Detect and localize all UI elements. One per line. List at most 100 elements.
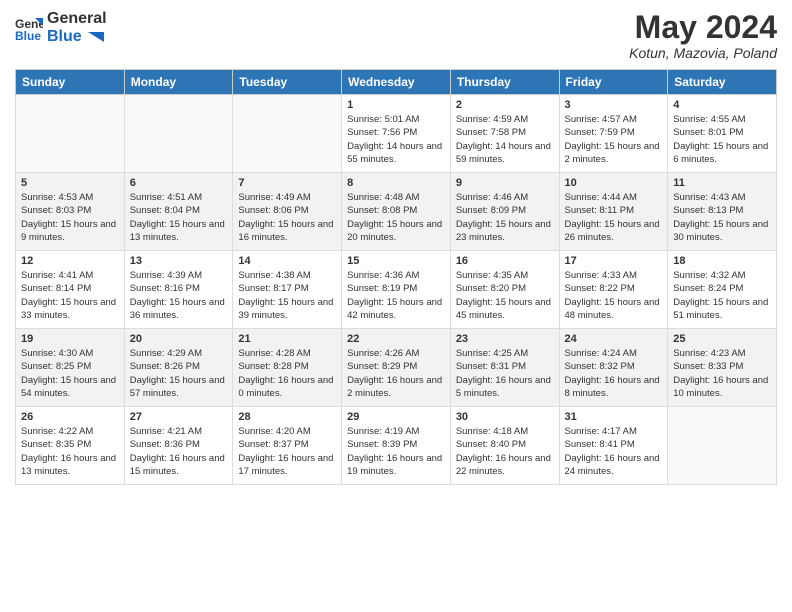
day-info: Sunrise: 4:29 AMSunset: 8:26 PMDaylight:… <box>130 347 228 400</box>
day-number: 2 <box>456 99 554 111</box>
col-wednesday: Wednesday <box>342 70 451 95</box>
calendar-day-cell: 24Sunrise: 4:24 AMSunset: 8:32 PMDayligh… <box>559 329 668 407</box>
calendar-day-cell <box>668 407 777 485</box>
day-info: Sunrise: 4:38 AMSunset: 8:17 PMDaylight:… <box>238 269 336 322</box>
calendar-day-cell: 22 Sunrise: 4:26 AMSunset: 8:29 PMDayligh… <box>342 329 451 407</box>
calendar-day-cell: 5 Sunrise: 4:53 AMSunset: 8:03 PMDaylight… <box>16 173 125 251</box>
calendar-day-cell: 7 Sunrise: 4:49 AMSunset: 8:06 PMDaylight… <box>233 173 342 251</box>
day-info: Sunrise: 4:21 AMSunset: 8:36 PMDaylight:… <box>130 425 228 478</box>
calendar-day-cell: 28Sunrise: 4:20 AMSunset: 8:37 PMDayligh… <box>233 407 342 485</box>
day-info: Sunrise: 4:20 AMSunset: 8:37 PMDaylight:… <box>238 425 336 478</box>
calendar-day-cell: 13 Sunrise: 4:39 AMSunset: 8:16 PMDayligh… <box>124 251 233 329</box>
col-sunday: Sunday <box>16 70 125 95</box>
day-number: 12 <box>21 255 119 267</box>
calendar-header-row: Sunday Monday Tuesday Wednesday Thursday… <box>16 70 777 95</box>
day-number: 27 <box>130 411 228 423</box>
day-number: 22 <box>347 333 445 345</box>
day-info: Sunrise: 4:23 AMSunset: 8:33 PMDaylight:… <box>673 347 771 400</box>
calendar-day-cell: 29Sunrise: 4:19 AMSunset: 8:39 PMDayligh… <box>342 407 451 485</box>
day-info: Sunrise: 4:46 AMSunset: 8:09 PMDaylight:… <box>456 191 554 244</box>
calendar-day-cell: 16 Sunrise: 4:35 AMSunset: 8:20 PMDayligh… <box>450 251 559 329</box>
header: General Blue General Blue May 2024 Kotun… <box>15 10 777 61</box>
day-info: Sunrise: 4:32 AMSunset: 8:24 PMDaylight:… <box>673 269 771 322</box>
calendar-week-row: 26 Sunrise: 4:22 AMSunset: 8:35 PMDayligh… <box>16 407 777 485</box>
calendar-day-cell: 6 Sunrise: 4:51 AMSunset: 8:04 PMDaylight… <box>124 173 233 251</box>
col-friday: Friday <box>559 70 668 95</box>
day-number: 20 <box>130 333 228 345</box>
calendar-page: General Blue General Blue May 2024 Kotun… <box>0 0 792 612</box>
calendar-day-cell <box>16 95 125 173</box>
calendar-day-cell: 25 Sunrise: 4:23 AMSunset: 8:33 PMDayligh… <box>668 329 777 407</box>
day-info: Sunrise: 4:55 AMSunset: 8:01 PMDaylight:… <box>673 113 771 166</box>
day-info: Sunrise: 4:19 AMSunset: 8:39 PMDaylight:… <box>347 425 445 478</box>
day-info: Sunrise: 4:26 AMSunset: 8:29 PMDaylight:… <box>347 347 445 400</box>
day-number: 4 <box>673 99 771 111</box>
calendar-day-cell: 12 Sunrise: 4:41 AMSunset: 8:14 PMDayligh… <box>16 251 125 329</box>
calendar-week-row: 12 Sunrise: 4:41 AMSunset: 8:14 PMDayligh… <box>16 251 777 329</box>
calendar-day-cell: 2 Sunrise: 4:59 AMSunset: 7:58 PMDaylight… <box>450 95 559 173</box>
calendar-day-cell: 8Sunrise: 4:48 AMSunset: 8:08 PMDaylight… <box>342 173 451 251</box>
calendar-day-cell: 18 Sunrise: 4:32 AMSunset: 8:24 PMDayligh… <box>668 251 777 329</box>
col-thursday: Thursday <box>450 70 559 95</box>
day-info: Sunrise: 4:22 AMSunset: 8:35 PMDaylight:… <box>21 425 119 478</box>
subtitle: Kotun, Mazovia, Poland <box>629 45 777 61</box>
day-info: Sunrise: 4:59 AMSunset: 7:58 PMDaylight:… <box>456 113 554 166</box>
calendar-day-cell: 4 Sunrise: 4:55 AMSunset: 8:01 PMDaylight… <box>668 95 777 173</box>
calendar-day-cell: 9 Sunrise: 4:46 AMSunset: 8:09 PMDaylight… <box>450 173 559 251</box>
day-info: Sunrise: 4:33 AMSunset: 8:22 PMDaylight:… <box>565 269 663 322</box>
calendar-day-cell <box>124 95 233 173</box>
calendar-day-cell: 26 Sunrise: 4:22 AMSunset: 8:35 PMDayligh… <box>16 407 125 485</box>
day-number: 7 <box>238 177 336 189</box>
day-number: 13 <box>130 255 228 267</box>
day-info: Sunrise: 5:01 AMSunset: 7:56 PMDaylight:… <box>347 113 445 166</box>
day-number: 16 <box>456 255 554 267</box>
logo: General Blue General Blue <box>15 10 107 46</box>
title-block: May 2024 Kotun, Mazovia, Poland <box>629 10 777 61</box>
day-info: Sunrise: 4:49 AMSunset: 8:06 PMDaylight:… <box>238 191 336 244</box>
day-number: 21 <box>238 333 336 345</box>
day-number: 26 <box>21 411 119 423</box>
calendar-day-cell: 11Sunrise: 4:43 AMSunset: 8:13 PMDayligh… <box>668 173 777 251</box>
day-number: 14 <box>238 255 336 267</box>
day-info: Sunrise: 4:53 AMSunset: 8:03 PMDaylight:… <box>21 191 119 244</box>
calendar-day-cell: 23Sunrise: 4:25 AMSunset: 8:31 PMDayligh… <box>450 329 559 407</box>
day-number: 10 <box>565 177 663 189</box>
day-number: 5 <box>21 177 119 189</box>
day-info: Sunrise: 4:41 AMSunset: 8:14 PMDaylight:… <box>21 269 119 322</box>
calendar-week-row: 1 Sunrise: 5:01 AMSunset: 7:56 PMDaylight… <box>16 95 777 173</box>
day-number: 9 <box>456 177 554 189</box>
calendar-day-cell: 3 Sunrise: 4:57 AMSunset: 7:59 PMDaylight… <box>559 95 668 173</box>
main-title: May 2024 <box>629 10 777 45</box>
day-number: 25 <box>673 333 771 345</box>
day-number: 1 <box>347 99 445 111</box>
day-info: Sunrise: 4:39 AMSunset: 8:16 PMDaylight:… <box>130 269 228 322</box>
day-info: Sunrise: 4:43 AMSunset: 8:13 PMDaylight:… <box>673 191 771 244</box>
calendar-day-cell: 14 Sunrise: 4:38 AMSunset: 8:17 PMDayligh… <box>233 251 342 329</box>
day-number: 23 <box>456 333 554 345</box>
day-info: Sunrise: 4:35 AMSunset: 8:20 PMDaylight:… <box>456 269 554 322</box>
day-number: 6 <box>130 177 228 189</box>
day-number: 24 <box>565 333 663 345</box>
day-number: 19 <box>21 333 119 345</box>
day-info: Sunrise: 4:28 AMSunset: 8:28 PMDaylight:… <box>238 347 336 400</box>
calendar-day-cell: 31Sunrise: 4:17 AMSunset: 8:41 PMDayligh… <box>559 407 668 485</box>
calendar-week-row: 19 Sunrise: 4:30 AMSunset: 8:25 PMDayligh… <box>16 329 777 407</box>
day-number: 30 <box>456 411 554 423</box>
calendar-day-cell: 27 Sunrise: 4:21 AMSunset: 8:36 PMDayligh… <box>124 407 233 485</box>
day-info: Sunrise: 4:57 AMSunset: 7:59 PMDaylight:… <box>565 113 663 166</box>
col-saturday: Saturday <box>668 70 777 95</box>
calendar-day-cell: 10Sunrise: 4:44 AMSunset: 8:11 PMDayligh… <box>559 173 668 251</box>
calendar-day-cell: 21 Sunrise: 4:28 AMSunset: 8:28 PMDayligh… <box>233 329 342 407</box>
day-info: Sunrise: 4:51 AMSunset: 8:04 PMDaylight:… <box>130 191 228 244</box>
day-number: 31 <box>565 411 663 423</box>
calendar-day-cell: 19 Sunrise: 4:30 AMSunset: 8:25 PMDayligh… <box>16 329 125 407</box>
day-number: 15 <box>347 255 445 267</box>
day-number: 8 <box>347 177 445 189</box>
calendar-day-cell <box>233 95 342 173</box>
day-info: Sunrise: 4:30 AMSunset: 8:25 PMDaylight:… <box>21 347 119 400</box>
day-number: 3 <box>565 99 663 111</box>
logo-text: General Blue <box>47 10 107 46</box>
day-info: Sunrise: 4:18 AMSunset: 8:40 PMDaylight:… <box>456 425 554 478</box>
day-number: 18 <box>673 255 771 267</box>
logo-icon: General Blue <box>15 14 43 42</box>
